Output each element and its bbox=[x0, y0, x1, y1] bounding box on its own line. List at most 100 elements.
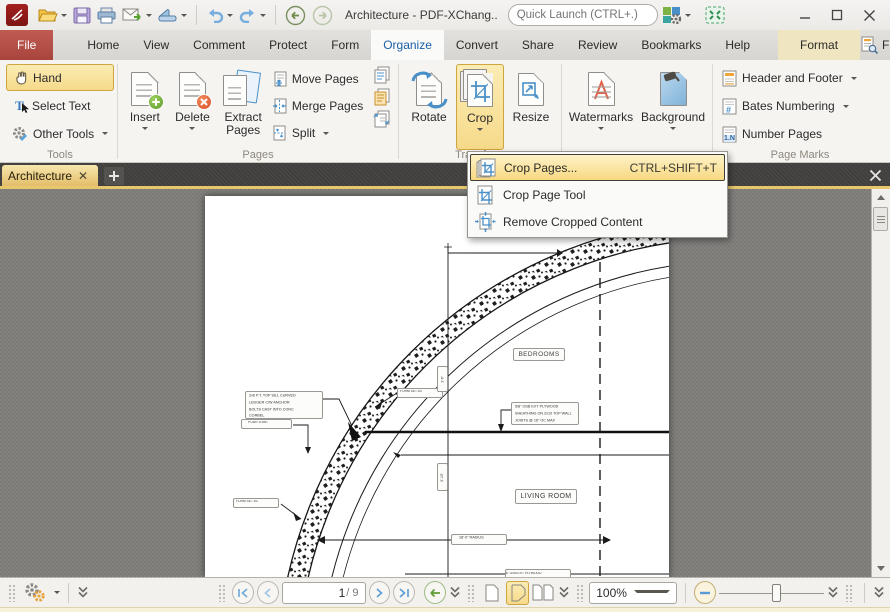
find-document-icon[interactable] bbox=[860, 36, 878, 54]
room-label-bedrooms: BEDROOMS bbox=[513, 348, 565, 361]
bates-caret bbox=[843, 105, 849, 111]
menu-item-crop-page-tool[interactable]: Crop Page Tool bbox=[470, 181, 725, 208]
quick-launch-box[interactable] bbox=[508, 4, 658, 26]
merge-pages-button[interactable]: Merge Pages bbox=[270, 93, 369, 119]
minimize-button[interactable] bbox=[790, 3, 820, 27]
scroll-down-button[interactable] bbox=[872, 560, 889, 577]
extract-pages-button[interactable]: Extract Pages bbox=[216, 64, 270, 137]
pdf-page[interactable]: BEDROOMS LIVING ROOM FORM SET #3 FORM SE… bbox=[205, 196, 669, 577]
page-number-box[interactable]: / 9 bbox=[282, 582, 366, 604]
previous-view-button[interactable] bbox=[424, 581, 446, 604]
watermark-icon bbox=[588, 72, 615, 106]
tab-bookmarks[interactable]: Bookmarks bbox=[629, 30, 713, 60]
page-number-input[interactable] bbox=[299, 586, 345, 600]
next-page-button[interactable] bbox=[369, 581, 391, 604]
document-viewport[interactable]: BEDROOMS LIVING ROOM FORM SET #3 FORM SE… bbox=[0, 189, 890, 577]
statusbar-separator-3 bbox=[864, 583, 865, 603]
crop-page-tool-icon bbox=[474, 185, 496, 205]
duplicate-pages-icon[interactable] bbox=[373, 66, 391, 84]
move-pages-button[interactable]: Move Pages bbox=[270, 66, 369, 92]
select-text-button[interactable]: T Select Text bbox=[6, 92, 114, 119]
split-button[interactable]: Split bbox=[270, 120, 369, 146]
replace-pages-icon[interactable] bbox=[373, 88, 391, 106]
other-tools-caret bbox=[102, 132, 108, 138]
tab-review[interactable]: Review bbox=[566, 30, 629, 60]
open-file-button[interactable] bbox=[36, 3, 69, 27]
print-button[interactable] bbox=[95, 3, 118, 27]
vertical-scrollbar[interactable] bbox=[871, 189, 890, 577]
resize-button[interactable]: Resize bbox=[504, 64, 558, 124]
right-drag-handle[interactable] bbox=[845, 584, 853, 602]
two-page-view-button[interactable] bbox=[532, 581, 555, 605]
tab-view[interactable]: View bbox=[131, 30, 181, 60]
hand-tool-button[interactable]: Hand bbox=[6, 64, 114, 91]
tab-home[interactable]: Home bbox=[75, 30, 131, 60]
swap-pages-icon[interactable] bbox=[373, 110, 391, 128]
document-tab-architecture[interactable]: Architecture ✕ bbox=[2, 165, 98, 186]
tab-protect[interactable]: Protect bbox=[257, 30, 319, 60]
continuous-view-button[interactable] bbox=[506, 581, 529, 605]
zoom-level-combobox[interactable]: 100% bbox=[589, 582, 677, 604]
find-label[interactable]: Find... bbox=[882, 38, 890, 52]
background-icon bbox=[660, 72, 687, 106]
bates-numbering-button[interactable]: # Bates Numbering bbox=[716, 93, 884, 119]
watermarks-button[interactable]: Watermarks bbox=[565, 64, 637, 133]
save-button[interactable] bbox=[71, 3, 93, 27]
fullscreen-button[interactable] bbox=[703, 3, 727, 27]
layout-more-chevrons-icon[interactable] bbox=[558, 586, 570, 599]
insert-pages-button[interactable]: Insert bbox=[121, 64, 169, 133]
other-tools-button[interactable]: Other Tools bbox=[6, 120, 114, 147]
menu-item-remove-cropped-content[interactable]: Remove Cropped Content bbox=[470, 208, 725, 235]
first-page-button[interactable] bbox=[232, 581, 254, 604]
previous-page-button[interactable] bbox=[257, 581, 279, 604]
open-caret bbox=[61, 14, 67, 20]
toolbar-drag-handle[interactable] bbox=[8, 584, 16, 602]
tab-share[interactable]: Share bbox=[510, 30, 566, 60]
callout-pour-joint: POUR JOINT bbox=[241, 419, 292, 429]
tab-comment[interactable]: Comment bbox=[181, 30, 257, 60]
expand-panel-chevrons-icon[interactable] bbox=[77, 586, 89, 599]
history-back-button[interactable] bbox=[283, 3, 308, 27]
zoom-slider[interactable] bbox=[719, 583, 825, 603]
tab-format[interactable]: Format bbox=[778, 30, 860, 60]
undo-button[interactable] bbox=[204, 3, 235, 27]
zoom-more-chevrons-icon[interactable] bbox=[827, 586, 839, 599]
delete-pages-button[interactable]: Delete bbox=[169, 64, 217, 133]
tab-convert[interactable]: Convert bbox=[444, 30, 510, 60]
redo-button[interactable] bbox=[237, 3, 268, 27]
background-button[interactable]: Background bbox=[637, 64, 709, 133]
document-tab-close-icon[interactable]: ✕ bbox=[78, 171, 88, 181]
nav-drag-handle[interactable] bbox=[218, 584, 226, 602]
overflow-chevrons-icon[interactable] bbox=[873, 586, 885, 599]
header-footer-button[interactable]: Header and Footer bbox=[716, 65, 884, 91]
zoom-out-button[interactable] bbox=[694, 581, 716, 604]
status-options-caret[interactable] bbox=[54, 591, 60, 597]
ui-options-button[interactable] bbox=[660, 3, 693, 27]
close-document-button[interactable] bbox=[864, 165, 886, 185]
view-history-chevrons-icon[interactable] bbox=[449, 586, 461, 599]
quick-launch-input[interactable] bbox=[517, 9, 671, 21]
last-page-button[interactable] bbox=[393, 581, 415, 604]
tab-help[interactable]: Help bbox=[713, 30, 762, 60]
number-pages-button[interactable]: 1.N Number Pages bbox=[716, 121, 884, 147]
tab-organize[interactable]: Organize bbox=[371, 30, 444, 60]
new-tab-button[interactable] bbox=[104, 167, 124, 185]
scan-button[interactable] bbox=[156, 3, 189, 27]
status-options-gears-icon[interactable] bbox=[22, 582, 48, 604]
tab-file[interactable]: File bbox=[0, 30, 53, 60]
scrollbar-thumb[interactable] bbox=[873, 207, 888, 231]
crop-button[interactable]: Crop bbox=[456, 64, 504, 150]
history-forward-button[interactable] bbox=[310, 3, 335, 27]
close-button[interactable] bbox=[854, 3, 884, 27]
rotate-button[interactable]: Rotate bbox=[402, 64, 456, 124]
zoom-drag-handle[interactable] bbox=[576, 584, 584, 602]
menu-item-crop-pages[interactable]: Crop Pages... CTRL+SHIFT+T bbox=[470, 154, 725, 181]
email-button[interactable] bbox=[120, 3, 154, 27]
single-page-view-button[interactable] bbox=[481, 581, 504, 605]
maximize-button[interactable] bbox=[822, 3, 852, 27]
layout-drag-handle[interactable] bbox=[467, 584, 475, 602]
tab-form[interactable]: Form bbox=[319, 30, 371, 60]
group-label-pages: Pages bbox=[119, 149, 397, 161]
scroll-up-button[interactable] bbox=[872, 189, 889, 206]
zoom-slider-handle[interactable] bbox=[772, 584, 781, 602]
